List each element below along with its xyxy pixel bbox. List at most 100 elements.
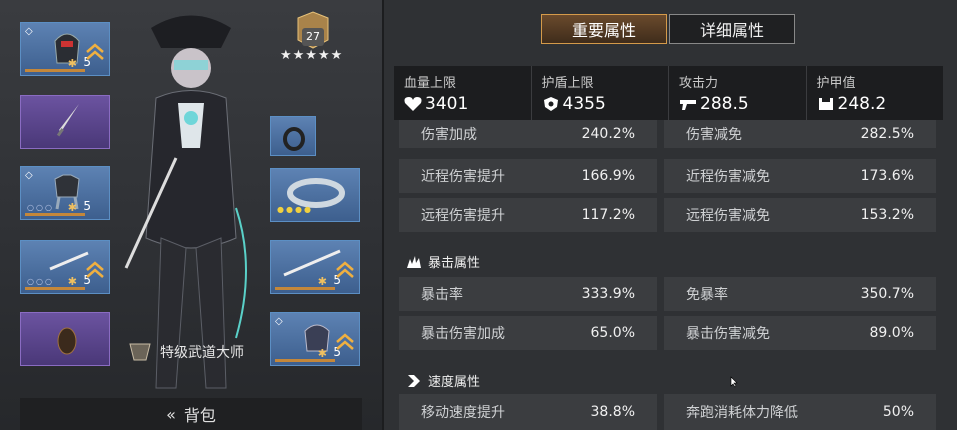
armor-icon — [818, 98, 833, 110]
crit-burst-icon — [407, 255, 421, 268]
equip-slot-rifle[interactable]: ✱ 5 — [270, 240, 360, 294]
diamond-icon: ◇ — [25, 170, 33, 181]
equip-slot-armor[interactable]: ◇ ○○○ ✱ 5 — [20, 166, 110, 220]
slot-level: 5 — [83, 199, 91, 213]
title-emblem-icon — [129, 343, 151, 361]
stat-row: 奔跑消耗体力降低 50% — [664, 394, 936, 430]
stat-value: 153.2% — [860, 207, 914, 223]
summary-attack: 攻击力 288.5 — [669, 66, 807, 120]
upgrade-arrow-icon — [336, 333, 354, 350]
equip-slot-bracelet[interactable]: ●●●● — [270, 168, 360, 222]
backpack-button[interactable]: « 背包 — [20, 398, 362, 430]
summary-value: 248.2 — [837, 94, 887, 114]
tab-detail[interactable]: 详细属性 — [669, 14, 795, 44]
level-number: 27 — [302, 28, 324, 46]
stat-value: 50% — [882, 404, 914, 420]
stat-value: 173.6% — [860, 168, 914, 184]
summary-label: 护甲值 — [816, 76, 856, 91]
diamond-icon: ◇ — [25, 26, 33, 37]
equipment-panel: ◇ ✱ 5 ◇ ○○○ ✱ 5 ○○○ ✱ 5 27 ★★★★★ ●●●● ✱ … — [0, 0, 382, 430]
attribute-tabs: 重要属性 详细属性 — [541, 14, 795, 44]
equip-slot-helmet[interactable]: ◇ ✱ 5 — [20, 22, 110, 76]
socket-dots: ●●●● — [277, 205, 313, 214]
socket-dots: ○○○ — [27, 277, 54, 286]
ring-icon — [283, 127, 305, 151]
equip-slot-gloves[interactable] — [20, 312, 110, 366]
character-portrait — [124, 15, 247, 389]
stat-name: 伤害加成 — [421, 127, 477, 143]
stat-name: 远程伤害减免 — [686, 208, 770, 224]
stat-value: 38.8% — [590, 404, 635, 420]
stat-name: 暴击伤害加成 — [421, 326, 505, 342]
sword-icon — [56, 104, 79, 137]
backpack-label: 背包 — [183, 406, 216, 425]
progress-bar — [25, 213, 85, 216]
stat-value: 65.0% — [590, 325, 635, 341]
stat-row: 近程伤害提升 166.9% — [399, 159, 657, 193]
section-title: 速度属性 — [428, 375, 481, 390]
stat-row: 近程伤害减免 173.6% — [664, 159, 936, 193]
stat-name: 远程伤害提升 — [421, 208, 505, 224]
stat-row: 远程伤害减免 153.2% — [664, 198, 936, 232]
chevron-right-icon — [408, 374, 420, 387]
progress-bar — [25, 69, 85, 72]
shield-icon — [543, 97, 558, 111]
stat-value: 117.2% — [581, 207, 635, 223]
attributes-panel: 重要属性 详细属性 血量上限 3401 护盾上限 4355 攻击力 288.5 … — [384, 0, 957, 430]
summary-label: 护盾上限 — [541, 76, 594, 91]
summary-value: 3401 — [425, 94, 469, 114]
diamond-icon: ◇ — [275, 316, 283, 327]
socket-dots: ○○○ — [27, 203, 54, 212]
stat-row: 伤害减免 282.5% — [664, 120, 936, 148]
summary-hp: 血量上限 3401 — [394, 66, 532, 120]
progress-bar — [25, 287, 85, 290]
summary-label: 攻击力 — [679, 76, 719, 91]
stat-name: 暴击伤害减免 — [686, 326, 770, 342]
upgrade-arrow-icon — [336, 261, 354, 278]
upgrade-arrow-icon — [86, 261, 104, 278]
section-crit: 暴击属性 — [406, 252, 480, 271]
gun-icon — [680, 100, 696, 110]
summary-value: 288.5 — [700, 94, 749, 114]
stat-value: 240.2% — [581, 126, 635, 142]
summary-value: 4355 — [562, 94, 606, 114]
player-title: 特级武道大师 — [126, 340, 244, 364]
stat-row: 暴击伤害减免 89.0% — [664, 316, 936, 350]
progress-bar — [275, 359, 335, 362]
player-title-text: 特级武道大师 — [160, 345, 244, 361]
equip-slot-weapon[interactable] — [20, 95, 110, 149]
equip-slot-gun[interactable]: ○○○ ✱ 5 — [20, 240, 110, 294]
upgrade-arrow-icon — [86, 43, 104, 60]
stat-value: 89.0% — [869, 325, 914, 341]
stat-row: 远程伤害提升 117.2% — [399, 198, 657, 232]
mouse-cursor-icon — [730, 376, 738, 388]
stat-value: 333.9% — [581, 286, 635, 302]
summary-armor: 护甲值 248.2 — [807, 66, 944, 120]
stat-name: 免暴率 — [686, 287, 728, 303]
stat-row: 暴击率 333.9% — [399, 277, 657, 311]
stat-name: 暴击率 — [421, 287, 463, 303]
stat-row: 免暴率 350.7% — [664, 277, 936, 311]
stat-name: 近程伤害提升 — [421, 169, 505, 185]
stat-row: 移动速度提升 38.8% — [399, 394, 657, 430]
stat-name: 近程伤害减免 — [686, 169, 770, 185]
stat-value: 282.5% — [860, 126, 914, 142]
equip-slot-headgear[interactable]: ◇ ✱ 5 — [270, 312, 360, 366]
tab-important[interactable]: 重要属性 — [541, 14, 667, 44]
equip-slot-ring[interactable] — [270, 116, 316, 156]
summary-shield: 护盾上限 4355 — [532, 66, 669, 120]
section-speed: 速度属性 — [406, 371, 480, 390]
stat-name: 移动速度提升 — [421, 405, 505, 421]
stat-name: 奔跑消耗体力降低 — [686, 405, 798, 421]
attribute-summary: 血量上限 3401 护盾上限 4355 攻击力 288.5 护甲值 248.2 — [394, 66, 943, 120]
summary-label: 血量上限 — [404, 76, 457, 91]
stat-name: 伤害减免 — [686, 127, 742, 143]
progress-bar — [275, 287, 335, 290]
stat-value: 350.7% — [860, 286, 914, 302]
section-title: 暴击属性 — [428, 256, 481, 271]
star-rating: ★★★★★ — [280, 48, 344, 63]
stat-row: 暴击伤害加成 65.0% — [399, 316, 657, 350]
level-badge: 27 ★★★★★ — [278, 10, 348, 63]
double-chevron-left-icon: « — [166, 404, 176, 424]
stat-value: 166.9% — [581, 168, 635, 184]
